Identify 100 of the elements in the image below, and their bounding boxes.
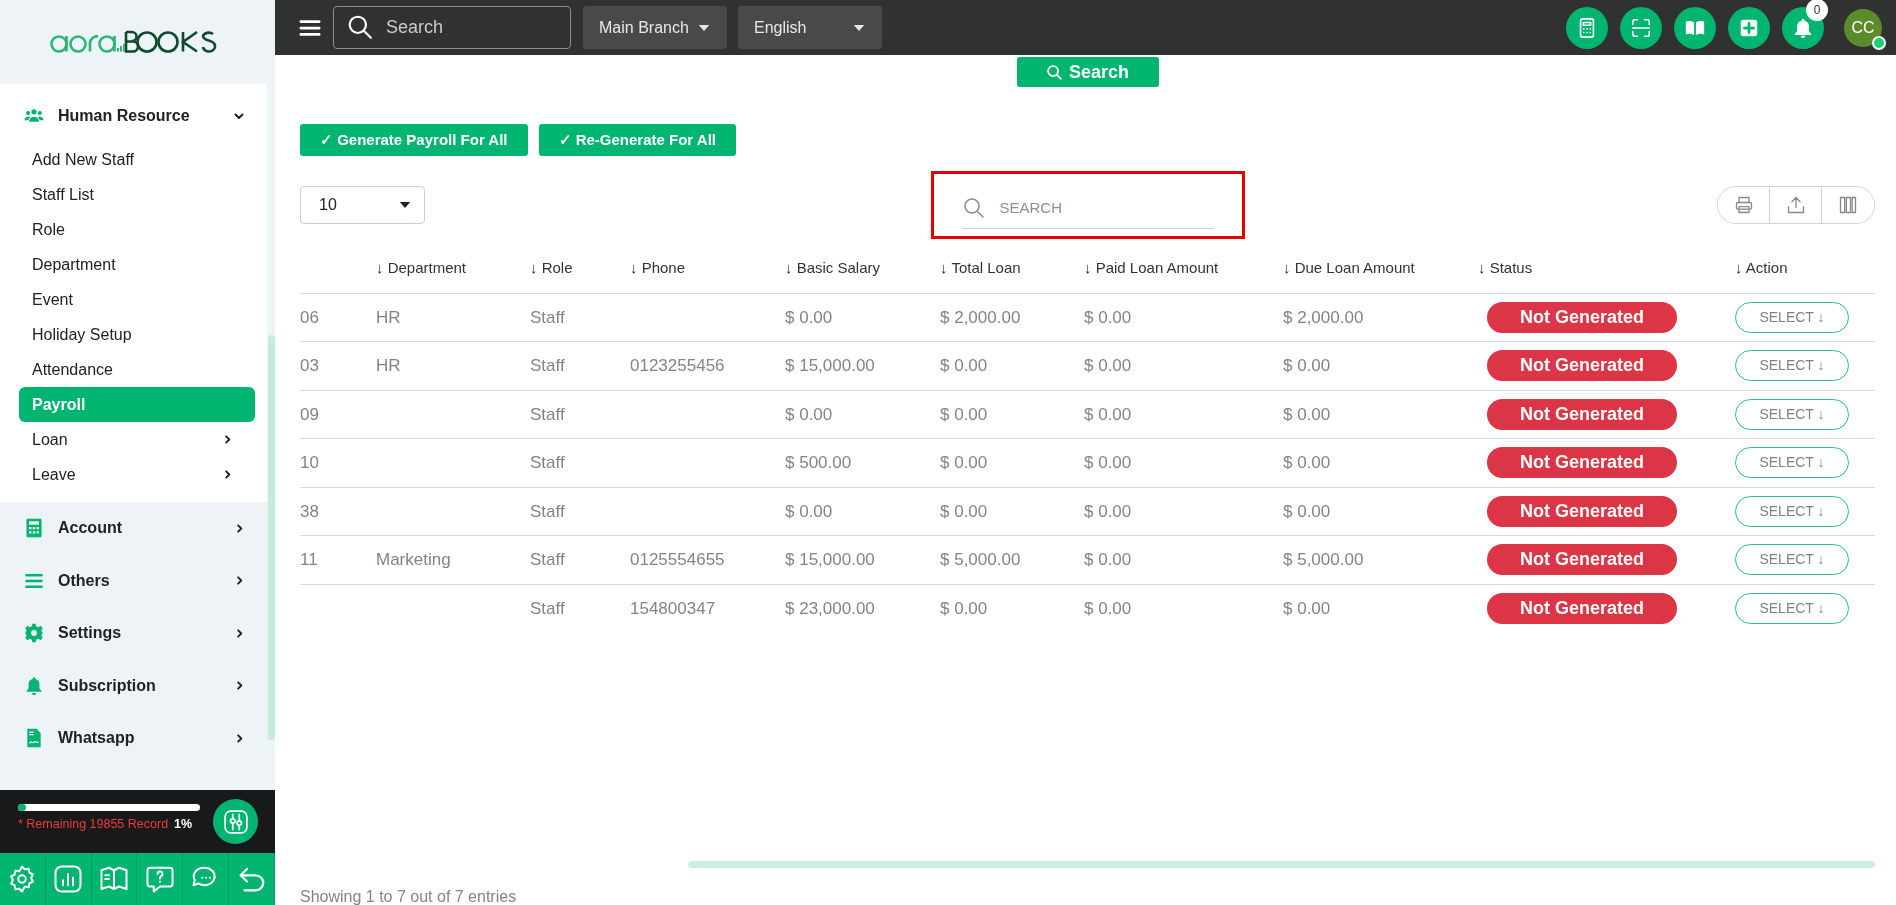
search-icon (347, 14, 373, 40)
document-icon (24, 728, 44, 749)
gear-icon (24, 623, 44, 644)
column-header[interactable]: ↓ Paid Loan Amount (1084, 258, 1219, 276)
table-cell: $ 0.00 (1084, 550, 1132, 569)
sidebar-item[interactable]: Add New Staff (19, 142, 255, 177)
select-button[interactable]: SELECT ↓ (1735, 447, 1849, 479)
table-cell: $ 0.00 (785, 307, 833, 327)
chart-icon (53, 864, 84, 894)
search-icon (1045, 63, 1063, 81)
table-cell: 11 (300, 550, 318, 569)
table-cell: HR (376, 356, 401, 375)
table-cell: HR (376, 307, 401, 327)
column-header[interactable]: ↓ Department (376, 258, 467, 276)
table-cell: $ 15,000.00 (785, 550, 875, 569)
table-cell: 03 (300, 356, 319, 375)
scan-button[interactable] (1620, 6, 1662, 49)
table-cell: $ 0.00 (1084, 598, 1132, 618)
select-button[interactable]: SELECT ↓ (1735, 593, 1849, 624)
table-cell: $ 0.00 (940, 404, 988, 424)
book-button[interactable] (1674, 6, 1716, 49)
table-cell: Staff (530, 307, 565, 327)
page-length-select[interactable]: 10 (300, 186, 425, 224)
select-button[interactable]: SELECT ↓ (1735, 544, 1849, 576)
add-button[interactable] (1728, 6, 1770, 49)
column-header[interactable]: ↓ Due Loan Amount (1283, 258, 1415, 276)
table-cell: 0125554655 (630, 550, 725, 569)
scrollbar[interactable] (268, 335, 275, 740)
table-cell: $ 15,000.00 (785, 356, 875, 375)
table-cell: $ 2,000.00 (1283, 307, 1364, 327)
sidebar-item[interactable]: Department (19, 247, 255, 282)
sidebar-group[interactable]: Subscription (58, 673, 234, 698)
calculator-button[interactable] (1566, 6, 1608, 49)
table-cell: $ 0.00 (940, 598, 988, 618)
scan-icon (1630, 16, 1652, 39)
table-cell: 38 (300, 501, 319, 521)
table-cell: $ 5,000.00 (1283, 550, 1364, 569)
sliders-icon (222, 808, 249, 835)
table-cell: $ 5,000.00 (940, 550, 1021, 569)
table-cell: $ 0.00 (785, 501, 833, 521)
column-header[interactable]: ↓ Basic Salary (785, 258, 881, 276)
notifications-button[interactable] (1782, 6, 1824, 49)
select-button[interactable]: SELECT ↓ (1735, 350, 1849, 382)
select-button[interactable]: SELECT ↓ (1735, 495, 1849, 527)
branch-dropdown[interactable]: Main Branch (583, 6, 727, 49)
column-header[interactable]: ↓ Status (1478, 258, 1533, 276)
table-cell: $ 0.00 (1084, 356, 1132, 375)
sidebar-group[interactable]: Account (58, 516, 234, 541)
entries-info: Showing 1 to 7 out of 7 entries (300, 887, 518, 905)
remaining-text: * Remaining 19855 Record (18, 817, 169, 831)
table-cell: $ 0.00 (1084, 453, 1132, 472)
horizontal-scrollbar[interactable] (688, 861, 1875, 868)
upload-icon (1785, 195, 1806, 215)
table-cell: $ 0.00 (1084, 501, 1132, 521)
status-badge: Not Generated (1487, 544, 1677, 576)
sidebar-group[interactable]: Settings (58, 621, 234, 646)
sidebar-group[interactable]: Others (58, 568, 234, 593)
table-cell: $ 0.00 (1283, 356, 1331, 375)
select-button[interactable]: SELECT ↓ (1735, 398, 1849, 430)
table-cell: $ 0.00 (1084, 307, 1132, 327)
sliders-button[interactable] (213, 799, 258, 844)
column-header[interactable]: ↓ Action (1735, 258, 1788, 276)
print-icon (1733, 195, 1754, 215)
sidebar-group[interactable]: Whatsapp (58, 726, 234, 751)
print-button[interactable] (1718, 187, 1770, 223)
sidebar-item[interactable]: Attendance (19, 352, 255, 387)
calculator-icon (24, 518, 44, 539)
table-cell: $ 0.00 (785, 404, 833, 424)
table-cell: $ 0.00 (1283, 404, 1331, 424)
section-label: Human Resource (58, 106, 191, 126)
status-badge: Not Generated (1487, 495, 1677, 527)
language-dropdown[interactable]: English (738, 6, 882, 49)
sidebar-item[interactable]: Event (19, 282, 255, 317)
table-cell: Staff (530, 550, 565, 569)
column-header[interactable]: ↓ Total Loan (940, 258, 1021, 276)
table-cell: Marketing (376, 550, 451, 569)
table-cell: Staff (530, 598, 565, 618)
sidebar-item[interactable]: Holiday Setup (19, 317, 255, 352)
sidebar-item[interactable]: Leave (19, 457, 255, 492)
table-cell: 06 (300, 307, 319, 327)
bell-icon (1792, 16, 1814, 39)
table-cell: $ 0.00 (940, 501, 988, 521)
search-field[interactable]: Search (333, 6, 571, 49)
status-badge: Not Generated (1487, 593, 1677, 624)
sidebar-item[interactable]: Staff List (19, 177, 255, 212)
status-badge: Not Generated (1487, 350, 1677, 382)
column-header[interactable]: ↓ Role (530, 258, 573, 276)
table-cell: Staff (530, 453, 565, 472)
sidebar-item[interactable]: Loan (19, 422, 255, 457)
table-cell: 10 (300, 453, 319, 472)
table-cell: $ 500.00 (785, 453, 852, 472)
select-button[interactable]: SELECT ↓ (1735, 301, 1849, 333)
table-cell: Staff (530, 356, 565, 375)
table-cell: $ 0.00 (940, 453, 988, 472)
table-cell: $ 23,000.00 (785, 598, 875, 618)
column-header[interactable]: ↓ Phone (630, 258, 686, 276)
sidebar-item[interactable]: Role (19, 212, 255, 247)
table-cell: 0123255456 (630, 356, 725, 375)
status-badge: Not Generated (1487, 447, 1677, 479)
bell-icon (24, 675, 44, 696)
